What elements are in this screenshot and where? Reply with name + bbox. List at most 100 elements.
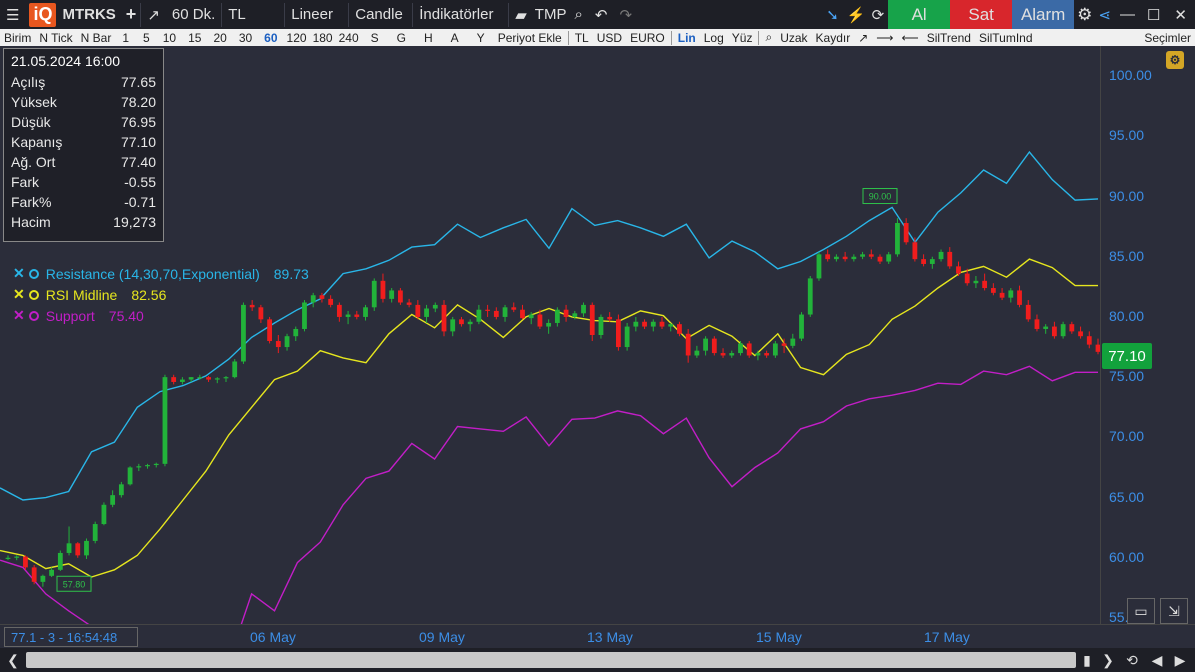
page-right-icon[interactable]: ▶ <box>1170 650 1190 670</box>
scale-percent[interactable]: Yüz <box>728 31 757 45</box>
time-axis[interactable]: 77.1 - 3 - 16:54:48 06 May 09 May 13 May 15… <box>0 624 1195 648</box>
delete-trend-button[interactable]: SilTrend <box>923 31 975 45</box>
external-link-icon[interactable]: ↗ <box>141 0 166 29</box>
magnifier-icon[interactable]: ⌕ <box>761 30 776 45</box>
menu-icon[interactable]: ☰ <box>0 0 25 29</box>
candle <box>180 377 185 385</box>
page-left-icon[interactable]: ◀ <box>1147 650 1167 670</box>
add-period-button[interactable]: Periyot Ekle <box>494 31 566 45</box>
info-row: Ağ. Ort 77.40 <box>11 154 156 170</box>
period-1[interactable]: 1 <box>115 31 136 45</box>
remove-indicator-icon[interactable]: ✕ <box>13 286 25 303</box>
screen-cast-icon[interactable]: ▭ <box>1127 598 1155 624</box>
period-nbar[interactable]: N Bar <box>77 31 116 45</box>
legend-resistance[interactable]: ✕ Resistance (14,30,70,Exponential) 89.7… <box>13 265 309 282</box>
period-toolbar: Birim N Tick N Bar 1 5 10 15 20 30 60 12… <box>0 29 1195 46</box>
scroll-handle-icon[interactable]: ▮ <box>1077 650 1097 670</box>
candle <box>624 322 630 351</box>
candle <box>162 374 168 467</box>
currency-euro[interactable]: EURO <box>626 31 669 45</box>
lightning-icon[interactable]: ⚡ <box>845 0 868 29</box>
toggle-indicator-icon[interactable] <box>28 268 39 279</box>
period-g[interactable]: G <box>388 31 415 45</box>
candle <box>302 300 307 332</box>
chart-type-dropdown[interactable]: Candle <box>349 0 412 29</box>
period-y[interactable]: Y <box>468 31 494 45</box>
candle <box>1034 314 1040 332</box>
delete-indicators-button[interactable]: SilTumInd <box>975 31 1037 45</box>
share-icon[interactable]: ⋖ <box>1095 0 1114 29</box>
close-icon[interactable]: ✕ <box>1166 0 1195 29</box>
candle <box>563 304 569 322</box>
candle <box>14 555 20 561</box>
add-symbol-button[interactable]: + <box>122 0 141 29</box>
remove-indicator-icon[interactable]: ✕ <box>13 307 25 324</box>
scroll-left-icon[interactable]: ❮ <box>3 650 23 670</box>
redo-icon[interactable]: ↷ <box>613 0 638 29</box>
period-30[interactable]: 30 <box>233 31 258 45</box>
period-5[interactable]: 5 <box>136 31 157 45</box>
buy-button[interactable]: Al <box>888 0 951 29</box>
undo-icon[interactable]: ↶ <box>589 0 614 29</box>
price-chart[interactable]: 90.00 57.80 <box>0 46 1100 624</box>
zoom-search-icon[interactable]: ⌕ <box>568 0 588 29</box>
minimize-icon[interactable]: — <box>1114 0 1141 29</box>
currency-dropdown[interactable]: TL <box>222 0 284 29</box>
candle <box>703 336 708 356</box>
alarm-button[interactable]: Alarm <box>1012 0 1075 29</box>
price-axis[interactable]: 100.00 95.00 90.00 85.00 80.00 75.00 70.00 65.0… <box>1100 46 1195 625</box>
candle <box>921 254 926 267</box>
symbol-label[interactable]: MTRKS <box>56 0 121 29</box>
zoom-out-button[interactable]: Uzak <box>776 31 811 45</box>
period-dropdown[interactable]: 60 Dk. <box>166 0 221 29</box>
period-h[interactable]: H <box>415 31 442 45</box>
sell-button[interactable]: Sat <box>950 0 1013 29</box>
legend-value: 89.73 <box>273 265 309 282</box>
period-240[interactable]: 240 <box>336 31 362 45</box>
candle <box>895 218 900 257</box>
refresh-icon[interactable]: ⟳ <box>868 0 889 29</box>
period-15[interactable]: 15 <box>182 31 207 45</box>
indicators-menu[interactable]: İndikatörler <box>413 0 508 29</box>
chart-scrollbar[interactable]: ❮ ▮ ❯ ⟲ ◀ ▶ <box>0 648 1195 672</box>
pan-button[interactable]: Kaydır <box>812 31 855 45</box>
period-birim[interactable]: Birim <box>0 31 35 45</box>
toggle-indicator-icon[interactable] <box>28 289 39 300</box>
folder-icon[interactable]: ▰ <box>509 0 533 29</box>
expand-icon[interactable]: ⇲ <box>1160 598 1188 624</box>
trendline-icon[interactable]: ↗ <box>854 31 872 45</box>
candle <box>31 564 37 585</box>
legend-support[interactable]: ✕ Support 75.40 <box>13 307 144 324</box>
legend-rsi-midline[interactable]: ✕ RSI Midline 82.56 <box>13 286 166 303</box>
toggle-indicator-icon[interactable] <box>28 310 39 321</box>
period-ntick[interactable]: N Tick <box>35 31 76 45</box>
period-180[interactable]: 180 <box>310 31 336 45</box>
selections-button[interactable]: Seçimler <box>1144 31 1191 45</box>
scale-dropdown[interactable]: Lineer <box>285 0 348 29</box>
reset-scroll-icon[interactable]: ⟲ <box>1122 650 1142 670</box>
tmp-button[interactable]: TMP <box>533 0 569 29</box>
period-s[interactable]: S <box>362 31 388 45</box>
maximize-icon[interactable]: ☐ <box>1141 0 1166 29</box>
arrow-right-icon[interactable]: ⟶ <box>872 31 897 45</box>
scroll-right-icon[interactable]: ❯ <box>1098 650 1118 670</box>
candle <box>607 312 613 322</box>
period-10[interactable]: 10 <box>157 31 182 45</box>
period-a[interactable]: A <box>442 31 468 45</box>
scale-lin[interactable]: Lin <box>674 31 700 45</box>
arrow-left-icon[interactable]: ⟵ <box>898 31 923 45</box>
settings-badge-icon[interactable]: ⚙ <box>1166 51 1184 69</box>
last-price-tag: 77.10 <box>1102 343 1152 369</box>
settings-gear-icon[interactable]: ⚙ <box>1074 0 1095 29</box>
cursor-icon[interactable]: ➘ <box>820 0 845 29</box>
period-20[interactable]: 20 <box>207 31 232 45</box>
currency-usd[interactable]: USD <box>593 31 626 45</box>
period-120[interactable]: 120 <box>284 31 310 45</box>
candle <box>450 316 456 337</box>
period-60[interactable]: 60 <box>258 31 283 45</box>
scroll-thumb[interactable] <box>26 652 1076 668</box>
remove-indicator-icon[interactable]: ✕ <box>13 265 25 282</box>
candle <box>886 251 892 264</box>
currency-tl[interactable]: TL <box>571 31 593 45</box>
scale-log[interactable]: Log <box>700 31 728 45</box>
